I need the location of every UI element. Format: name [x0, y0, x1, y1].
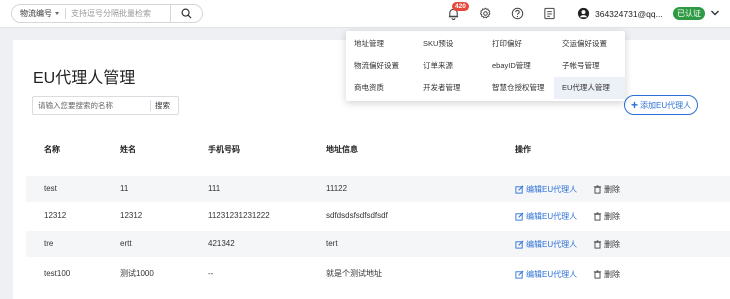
menu-item-address[interactable]: 地址管理	[346, 33, 415, 55]
edit-eu-agent-button[interactable]: 编辑EU代理人	[515, 261, 577, 287]
menu-item-sub-accounts[interactable]: 子帐号管理	[554, 55, 625, 77]
column-header-actions: 操作	[515, 145, 531, 154]
documents-button[interactable]	[541, 5, 557, 21]
search-icon	[181, 8, 192, 19]
cell-name: tre	[44, 239, 54, 248]
menu-item-sku-preset[interactable]: SKU预设	[415, 33, 484, 55]
menu-item-print-preference[interactable]: 打印偏好	[484, 33, 554, 55]
search-input[interactable]	[71, 5, 171, 22]
delete-label: 删除	[604, 211, 620, 221]
trash-icon	[593, 211, 602, 221]
cell-address: 就是个测试地址	[326, 269, 382, 278]
name-search-input[interactable]	[38, 97, 148, 114]
cell-name: 12312	[44, 211, 67, 220]
edit-label: 编辑EU代理人	[526, 184, 578, 194]
edit-label: 编辑EU代理人	[526, 239, 578, 249]
delete-label: 删除	[604, 269, 620, 279]
help-button[interactable]	[509, 5, 525, 21]
name-filter: 搜索	[32, 96, 179, 115]
menu-item-order-source[interactable]: 订单来源	[415, 55, 484, 77]
trash-icon	[593, 184, 602, 194]
search-type-select[interactable]: 物流编号	[20, 5, 59, 22]
global-search: 物流编号	[11, 4, 203, 23]
add-eu-agent-button[interactable]: + 添加EU代理人	[624, 95, 698, 115]
chevron-down-icon	[711, 10, 719, 16]
edit-icon	[515, 185, 524, 194]
menu-item-warehouse-auth[interactable]: 智慧仓授权管理	[484, 77, 554, 99]
trash-icon	[593, 269, 602, 279]
cell-person: 11	[120, 184, 129, 193]
document-icon	[543, 7, 555, 19]
menu-item-ebay-id[interactable]: ebayID管理	[484, 55, 554, 77]
cell-name: test	[44, 184, 57, 193]
notification-badge: 420	[452, 2, 469, 11]
table-row: test100 测试1000 -- 就是个测试地址 编辑EU代理人 删除	[26, 261, 730, 287]
delete-button[interactable]: 删除	[593, 261, 620, 287]
help-icon	[511, 7, 523, 19]
settings-dropdown-menu: 地址管理 SKU预设 打印偏好 交运偏好设置 物流偏好设置 订单来源 ebayI…	[346, 31, 625, 101]
user-name[interactable]: 364324731@qq...	[595, 9, 663, 19]
account-menu-toggle[interactable]	[707, 5, 723, 21]
cell-name: test100	[44, 269, 71, 278]
menu-item-shipping-preference[interactable]: 交运偏好设置	[554, 33, 625, 55]
column-header-phone: 手机号码	[208, 145, 240, 154]
delete-label: 删除	[604, 184, 620, 194]
menu-item-eu-agent[interactable]: EU代理人管理	[554, 77, 625, 99]
settings-button[interactable]	[477, 5, 493, 21]
page-title: EU代理人管理	[33, 70, 136, 87]
edit-eu-agent-button[interactable]: 编辑EU代理人	[515, 203, 577, 229]
column-header-address: 地址信息	[326, 145, 358, 154]
delete-button[interactable]: 删除	[593, 231, 620, 257]
cell-address: 11122	[326, 184, 348, 193]
delete-button[interactable]: 删除	[593, 203, 620, 229]
cell-person: 12312	[120, 211, 143, 220]
gear-icon	[479, 6, 491, 18]
divider	[150, 100, 151, 111]
verified-badge: 已认证	[673, 7, 705, 20]
divider	[65, 8, 66, 19]
filter-search-button[interactable]: 搜索	[155, 97, 170, 114]
trash-icon	[593, 239, 602, 249]
cell-phone: 111	[208, 184, 221, 193]
edit-eu-agent-button[interactable]: 编辑EU代理人	[515, 176, 577, 202]
column-header-person: 姓名	[120, 145, 136, 154]
cell-phone: 11231231231222	[208, 211, 270, 220]
menu-item-developer[interactable]: 开发者管理	[415, 77, 484, 99]
table-header: 名称 姓名 手机号码 地址信息 操作	[26, 144, 730, 162]
column-header-name: 名称	[44, 145, 60, 154]
edit-label: 编辑EU代理人	[526, 269, 578, 279]
cell-person: 测试1000	[120, 269, 154, 278]
delete-label: 删除	[604, 239, 620, 249]
cell-phone: 421342	[208, 239, 235, 248]
user-avatar[interactable]	[575, 5, 591, 21]
top-bar: 物流编号 420 364324731@qq... 已认证	[0, 0, 730, 28]
search-button[interactable]	[170, 4, 202, 23]
cell-phone: --	[208, 269, 214, 278]
cell-person: ertt	[120, 239, 132, 248]
plus-icon: +	[631, 98, 639, 112]
search-type-label: 物流编号	[20, 9, 52, 18]
menu-item-logistics-preference[interactable]: 物流偏好设置	[346, 55, 415, 77]
table-row: test 11 111 11122 编辑EU代理人 删除	[26, 176, 730, 202]
edit-eu-agent-button[interactable]: 编辑EU代理人	[515, 231, 577, 257]
edit-label: 编辑EU代理人	[526, 211, 578, 221]
menu-item-qualification[interactable]: 商电资质	[346, 77, 415, 99]
delete-button[interactable]: 删除	[593, 176, 620, 202]
cell-address: sdfdsdsfsdfsdfsdf	[326, 211, 388, 220]
cell-address: tert	[326, 239, 338, 248]
add-eu-agent-label: 添加EU代理人	[640, 100, 692, 110]
edit-icon	[515, 212, 524, 221]
edit-icon	[515, 270, 524, 279]
table-row: 12312 12312 11231231231222 sdfdsdsfsdfsd…	[26, 203, 730, 229]
edit-icon	[515, 240, 524, 249]
user-icon	[577, 7, 589, 19]
table-row: tre ertt 421342 tert 编辑EU代理人 删除	[26, 231, 730, 257]
caret-down-icon	[55, 12, 59, 16]
